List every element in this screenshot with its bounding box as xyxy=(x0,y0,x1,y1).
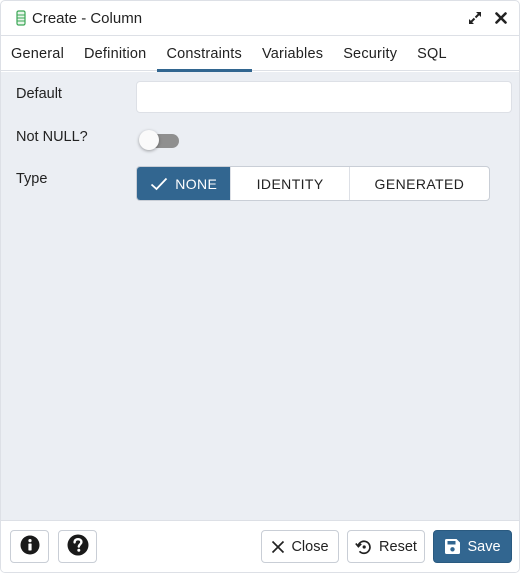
reset-button[interactable]: Reset xyxy=(347,530,425,563)
tab-bar: General Definition Constraints Variables… xyxy=(1,36,519,72)
column-icon xyxy=(16,10,26,26)
dialog-titlebar[interactable]: Create - Column xyxy=(1,1,519,36)
constraints-panel: Default Not NULL? Type NONE IDENTITY GEN… xyxy=(1,72,519,520)
dialog-title: Create - Column xyxy=(32,9,143,27)
default-input[interactable] xyxy=(136,81,512,113)
check-icon xyxy=(150,177,168,191)
reset-icon xyxy=(355,538,373,556)
type-label: Type xyxy=(16,171,48,187)
tab-security[interactable]: Security xyxy=(333,36,407,71)
type-option-none[interactable]: NONE xyxy=(137,167,232,200)
dialog-footer: Close Reset Save xyxy=(1,520,519,572)
x-icon xyxy=(271,540,285,554)
create-column-dialog: Create - Column General Definition Const… xyxy=(0,0,520,573)
close-icon[interactable] xyxy=(493,9,509,27)
type-option-label: GENERATED xyxy=(374,175,465,192)
expand-icon[interactable] xyxy=(467,9,483,27)
tab-constraints[interactable]: Constraints xyxy=(156,36,252,72)
info-button[interactable] xyxy=(10,530,49,563)
close-button-label: Close xyxy=(291,538,329,555)
type-option-generated[interactable]: GENERATED xyxy=(350,167,489,200)
tab-definition[interactable]: Definition xyxy=(74,36,156,71)
save-button[interactable]: Save xyxy=(433,530,512,563)
save-icon xyxy=(444,538,461,555)
info-icon xyxy=(20,535,40,559)
type-option-identity[interactable]: IDENTITY xyxy=(231,167,350,200)
not-null-label: Not NULL? xyxy=(16,129,88,145)
not-null-toggle[interactable] xyxy=(139,129,181,151)
tab-sql[interactable]: SQL xyxy=(407,36,457,71)
tab-general[interactable]: General xyxy=(1,36,74,71)
save-button-label: Save xyxy=(467,538,501,555)
close-button[interactable]: Close xyxy=(261,530,339,563)
reset-button-label: Reset xyxy=(379,538,417,555)
type-button-group: NONE IDENTITY GENERATED xyxy=(136,166,490,201)
tab-variables[interactable]: Variables xyxy=(252,36,333,71)
help-button[interactable] xyxy=(58,530,97,563)
type-option-label: IDENTITY xyxy=(256,175,324,192)
help-icon xyxy=(67,534,89,560)
type-option-label: NONE xyxy=(175,175,218,192)
default-label: Default xyxy=(16,86,62,102)
toggle-knob xyxy=(139,130,159,150)
